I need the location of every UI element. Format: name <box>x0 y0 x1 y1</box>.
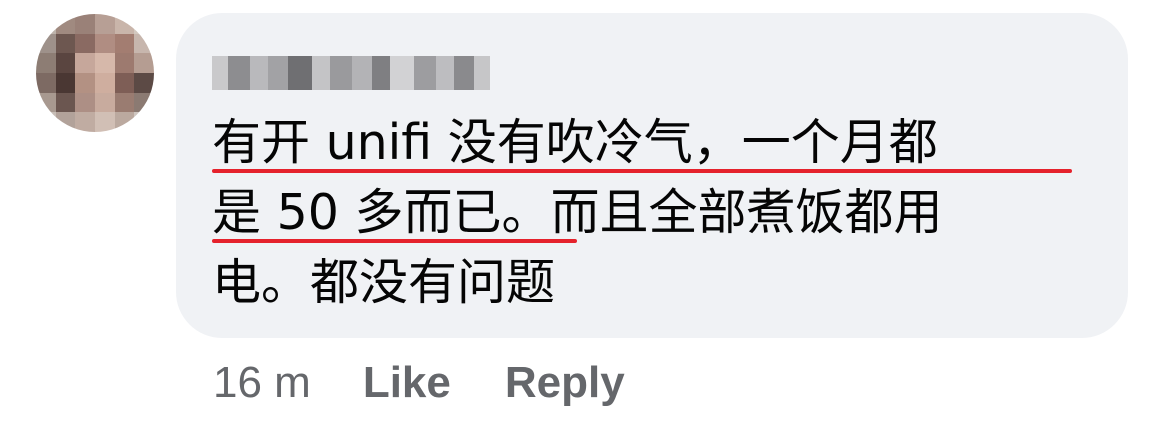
comment-line: 是 50 多而已。而且全部煮饭都用 <box>212 184 943 241</box>
reply-button[interactable]: Reply <box>505 358 625 408</box>
like-button[interactable]: Like <box>363 358 451 408</box>
comment-text: 有开 unifi 没有吹冷气，一个月都 是 50 多而已。而且全部煮饭都用 电。… <box>212 108 943 318</box>
comment-actions: 16 m Like Reply <box>213 358 679 408</box>
red-underline <box>212 239 577 243</box>
author-name-blurred[interactable] <box>212 56 490 90</box>
avatar[interactable] <box>36 14 154 132</box>
red-underline <box>212 169 1072 173</box>
comment-line: 有开 unifi 没有吹冷气，一个月都 <box>212 114 938 171</box>
timestamp[interactable]: 16 m <box>213 358 311 408</box>
comment-line: 电。都没有问题 <box>212 254 556 311</box>
